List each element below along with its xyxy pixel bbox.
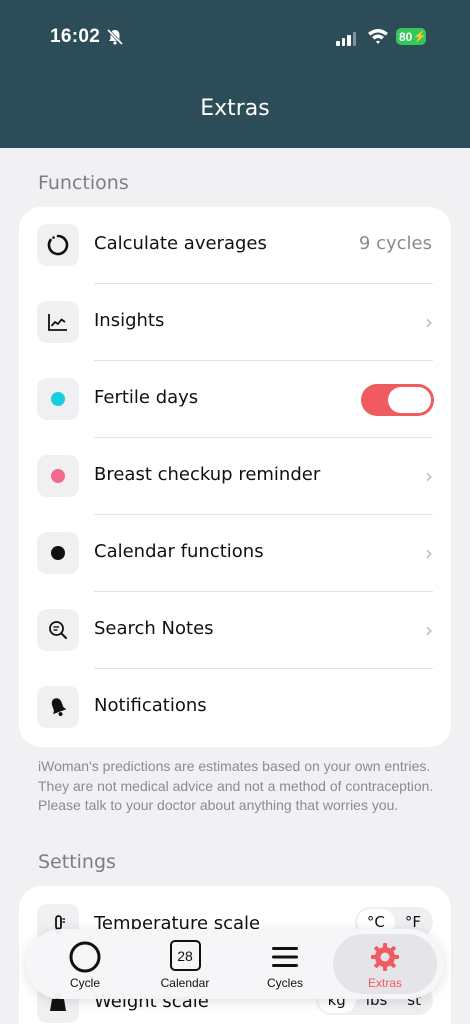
tab-calendar-label: Calendar (160, 976, 210, 990)
gear-icon (371, 943, 399, 971)
functions-section-title: Functions (38, 172, 129, 194)
settings-section-title: Settings (38, 851, 116, 873)
breast-checkup-row[interactable]: Breast checkup reminder › (19, 438, 451, 515)
notifications-label: Notifications (94, 695, 207, 716)
calendar-functions-label: Calendar functions (94, 541, 264, 562)
functions-card: Calculate averages 9 cycles Insights › F… (19, 207, 451, 747)
notifications-row[interactable]: Notifications (19, 669, 451, 746)
circular-progress-icon (37, 224, 79, 266)
wifi-icon (367, 27, 389, 49)
black-dot-icon (37, 532, 79, 574)
tab-bar: Cycle 28 Calendar Cycles Extras (26, 929, 444, 999)
toggle-knob (388, 387, 431, 413)
tab-extras-label: Extras (367, 976, 402, 990)
fertile-days-row: Fertile days (19, 361, 451, 438)
search-notes-label: Search Notes (94, 618, 214, 639)
breast-checkup-label: Breast checkup reminder (94, 464, 321, 485)
pink-dot-icon (37, 455, 79, 497)
calendar-day-number: 28 (177, 947, 193, 964)
tab-cycle-label: Cycle (69, 976, 100, 990)
chevron-right-icon: › (425, 618, 433, 642)
tab-extras[interactable]: Extras (333, 934, 437, 994)
tab-cycle[interactable]: Cycle (33, 934, 137, 994)
calendar-functions-row[interactable]: Calendar functions › (19, 515, 451, 592)
chevron-right-icon: › (425, 310, 433, 334)
search-notes-icon (37, 609, 79, 651)
calculate-averages-label: Calculate averages (94, 233, 267, 254)
silent-mode-icon (106, 28, 124, 50)
line-chart-icon (37, 301, 79, 343)
calculate-averages-row[interactable]: Calculate averages 9 cycles (19, 207, 451, 284)
breast-dot (51, 469, 65, 483)
charging-bolt-icon: ⚡ (413, 31, 428, 43)
tab-calendar[interactable]: 28 Calendar (133, 934, 237, 994)
cellular-signal-icon (336, 30, 356, 46)
calendar-icon: 28 (169, 940, 201, 971)
circle-icon (69, 941, 101, 973)
battery-indicator: 80 ⚡ (396, 28, 428, 45)
status-time: 16:02 (50, 26, 101, 47)
insights-row[interactable]: Insights › (19, 284, 451, 361)
bell-icon (37, 686, 79, 728)
fertile-dot (51, 392, 65, 406)
search-notes-row[interactable]: Search Notes › (19, 592, 451, 669)
chevron-right-icon: › (425, 464, 433, 488)
top-bar: 16:02 80 ⚡ Extras (0, 0, 470, 148)
tab-cycles-label: Cycles (266, 976, 303, 990)
calendar-dot (51, 546, 65, 560)
page-title: Extras (200, 96, 270, 121)
insights-label: Insights (94, 310, 165, 331)
list-icon (272, 947, 298, 967)
tab-cycles[interactable]: Cycles (233, 934, 337, 994)
fertile-days-label: Fertile days (94, 387, 199, 408)
chevron-right-icon: › (425, 541, 433, 565)
calculate-averages-value: 9 cycles (358, 233, 432, 254)
fertile-days-toggle[interactable] (361, 384, 434, 416)
cyan-dot-icon (37, 378, 79, 420)
disclaimer-text: iWoman's predictions are estimates based… (38, 758, 434, 813)
battery-level: 80 (399, 29, 413, 44)
